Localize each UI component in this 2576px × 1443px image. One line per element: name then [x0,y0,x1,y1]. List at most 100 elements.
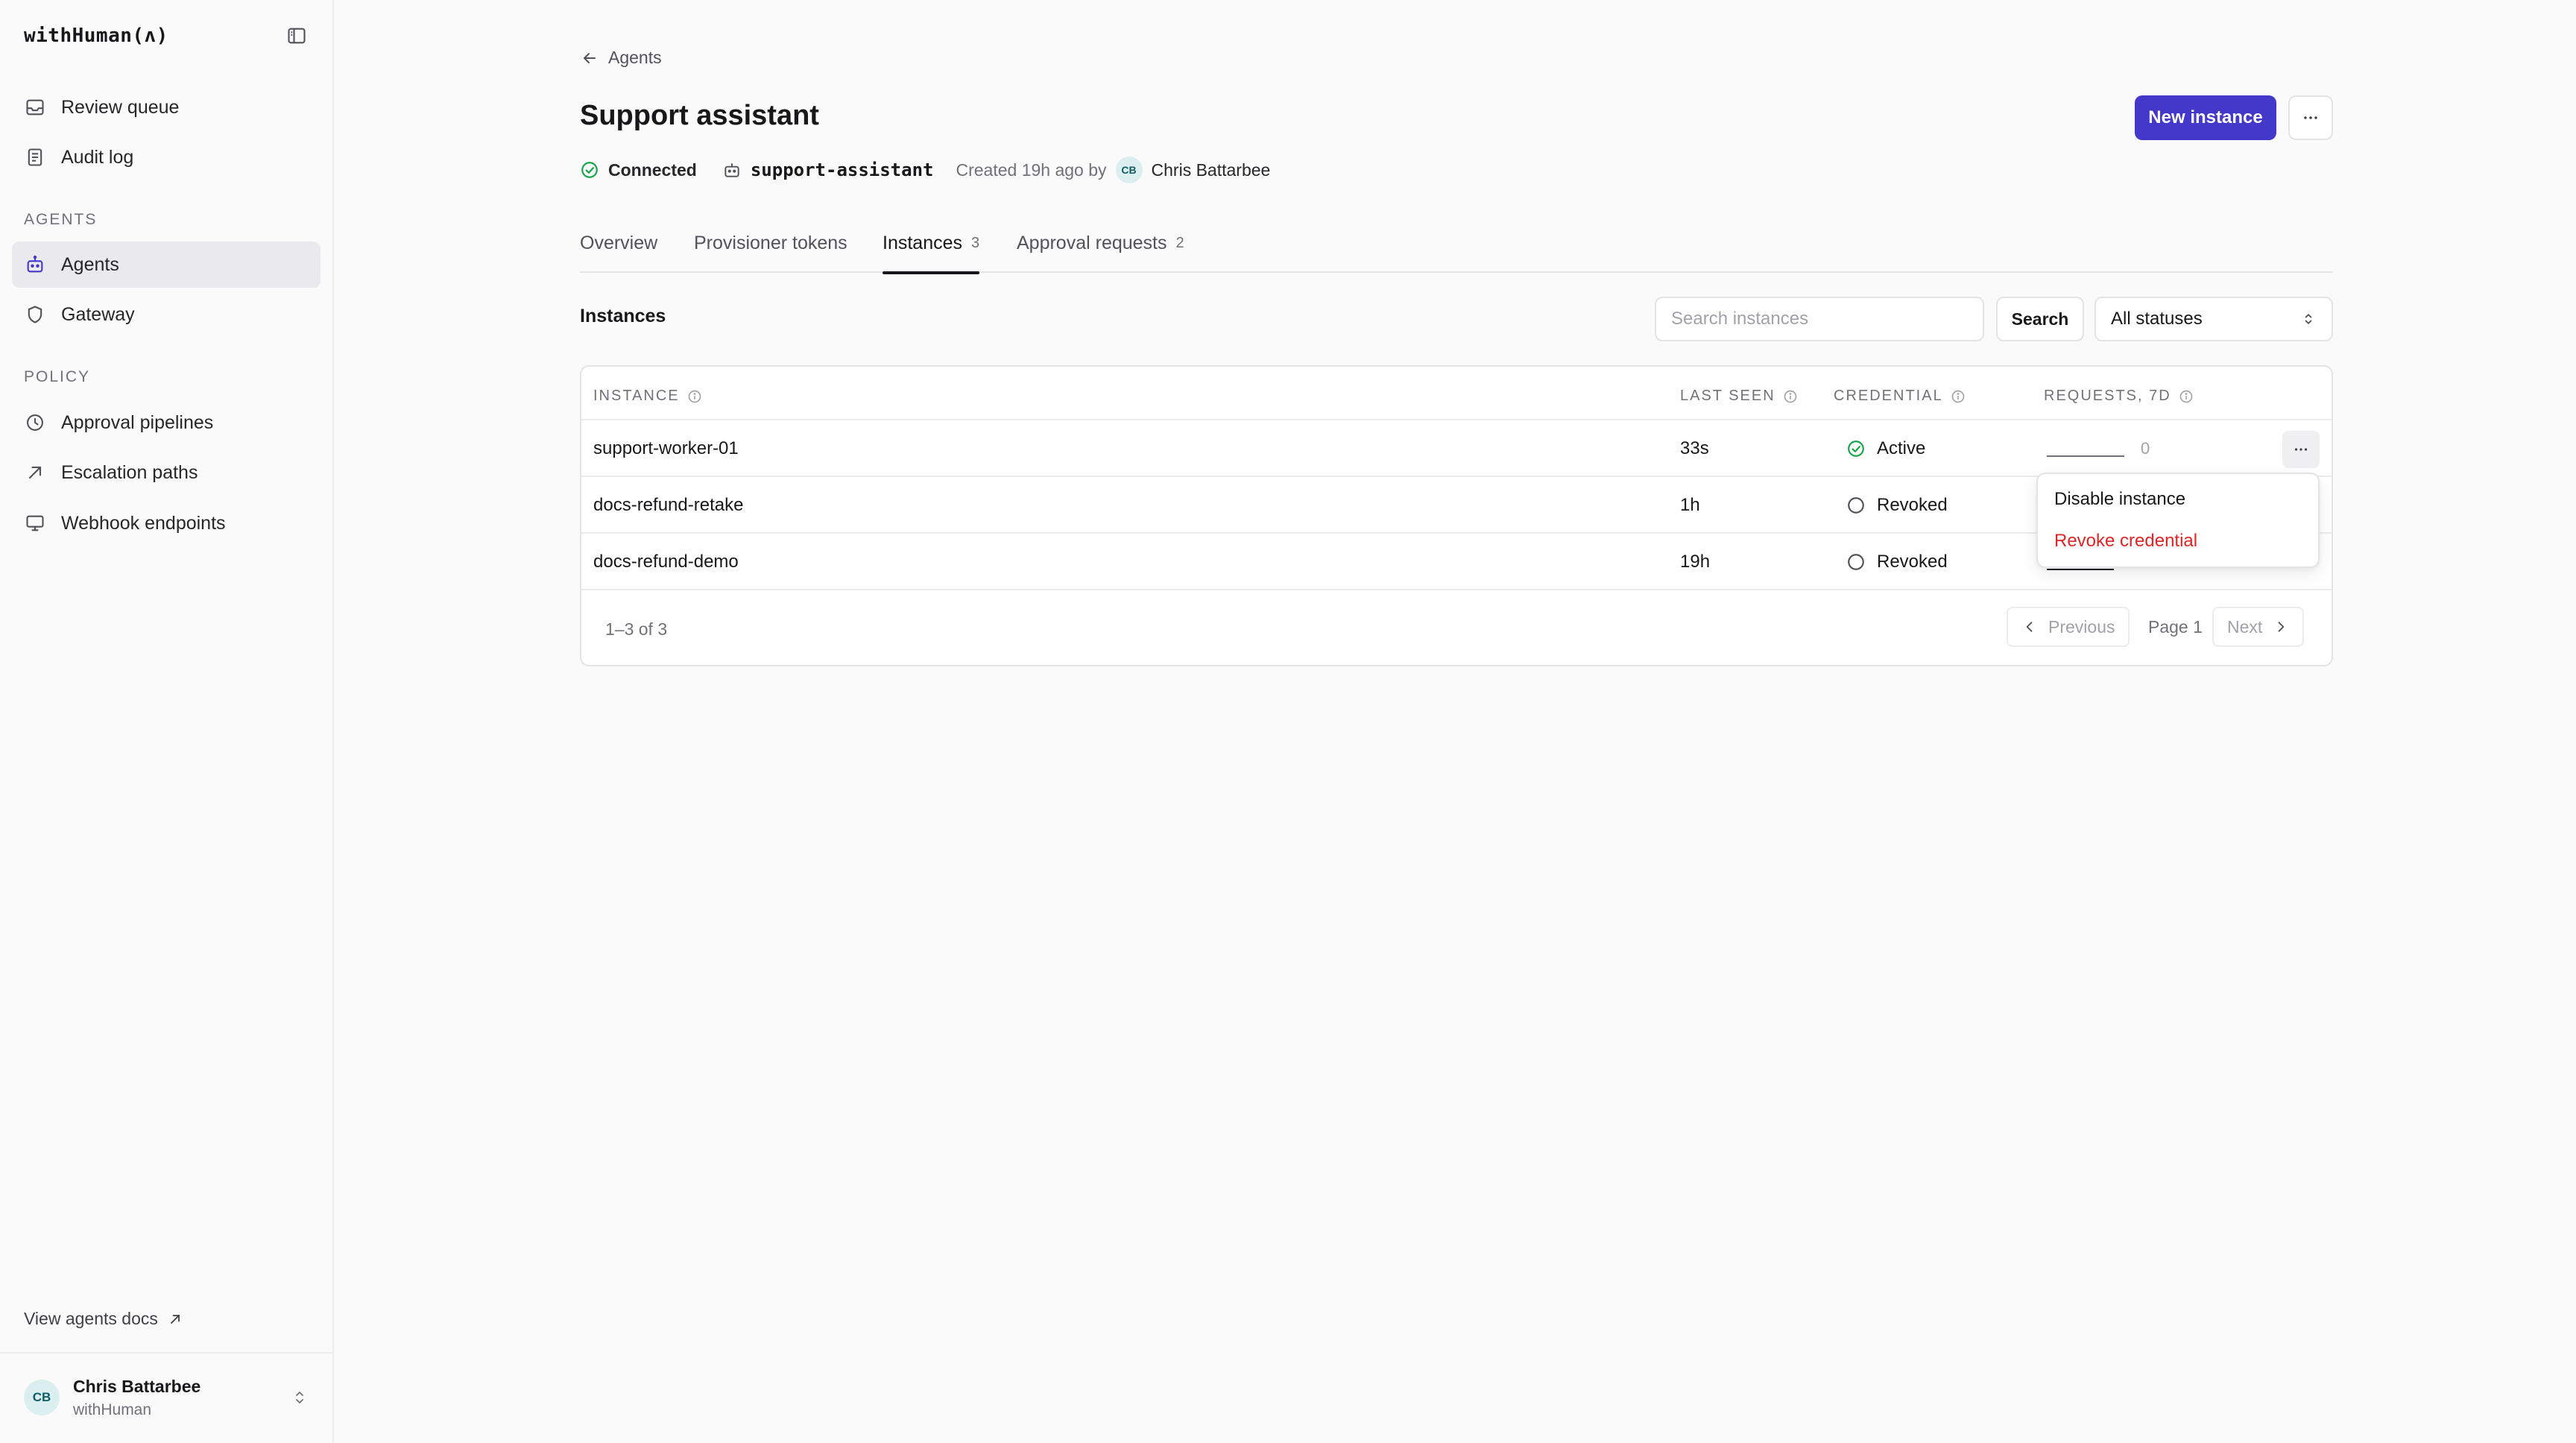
chevron-up-down-icon [2300,311,2317,327]
more-horizontal-icon [2292,441,2310,458]
connection-status: Connected [580,160,697,180]
instance-name[interactable]: docs-refund-demo [593,534,739,590]
created-info: Created 19h ago by [956,160,1107,180]
column-header-instance: INSTANCE [593,388,702,405]
sidebar-item-approval-pipelines[interactable]: Approval pipelines [12,400,321,446]
tab-instances[interactable]: Instances 3 [883,233,980,274]
back-link-label: Agents [608,48,662,67]
agent-slug-text: support-assistant [750,160,934,180]
sidebar-item-label: Agents [61,253,119,275]
tab-label: Approval requests [1017,233,1167,253]
tab-count: 3 [971,235,980,251]
sidebar-item-escalation-paths[interactable]: Escalation paths [12,449,321,496]
sidebar-item-review-queue[interactable]: Review queue [12,84,321,130]
empty-circle-icon [1846,495,1866,516]
bot-icon [722,160,742,180]
sidebar-item-webhook-endpoints[interactable]: Webhook endpoints [12,500,321,546]
search-button[interactable]: Search [1996,297,2084,341]
next-page-button[interactable]: Next [2212,607,2305,647]
row-more-button[interactable] [2282,431,2320,468]
previous-label: Previous [2048,616,2115,637]
chevron-right-icon [2273,619,2289,635]
back-link[interactable]: Agents [580,48,662,68]
sidebar-toggle-icon[interactable] [283,22,310,49]
info-icon[interactable] [1951,389,1966,404]
page-title: Support assistant [580,100,819,131]
info-icon[interactable] [687,389,702,404]
sidebar: withHuman(ʌ) Review queue Audit log AGEN… [0,0,334,1443]
credential-label: Revoked [1877,495,1948,515]
table-footer: 1–3 of 3 Previous Page 1 Next [581,589,2332,665]
menu-item-disable-instance[interactable]: Disable instance [2054,483,2185,516]
shield-icon [24,303,46,326]
inbox-icon [24,96,46,119]
connection-status-label: Connected [608,160,697,180]
info-icon[interactable] [1783,389,1798,404]
requests-sparkline [2047,455,2124,457]
user-menu[interactable]: CB Chris Battarbee withHuman [24,1373,310,1422]
sidebar-item-audit-log[interactable]: Audit log [12,134,321,180]
table-row[interactable]: support-worker-01 33s Active 0 [581,419,2332,476]
brand-row: withHuman(ʌ) [24,22,310,49]
arrow-up-right-icon [24,461,46,484]
agent-meta-row: Connected support-assistant Created 19h … [580,155,1270,185]
clock-icon [24,411,46,434]
sidebar-item-label: Webhook endpoints [61,512,226,534]
instance-name[interactable]: support-worker-01 [593,420,739,477]
page-more-button[interactable] [2288,95,2333,140]
search-input[interactable] [1655,297,1984,341]
brand-logo[interactable]: withHuman(ʌ) [24,25,168,47]
more-horizontal-icon [2301,108,2320,127]
avatar: CB [24,1380,60,1415]
menu-item-revoke-credential[interactable]: Revoke credential [2054,525,2197,558]
last-seen-value: 19h [1680,552,1711,572]
view-docs-link[interactable]: View agents docs [24,1309,183,1329]
info-icon[interactable] [2179,389,2194,404]
tab-provisioner-tokens[interactable]: Provisioner tokens [694,233,847,273]
column-header-requests: REQUESTS, 7D [2044,388,2194,405]
sidebar-item-label: Review queue [61,96,180,118]
new-instance-button[interactable]: New instance [2135,95,2276,140]
tab-bar: Overview Provisioner tokens Instances 3 … [580,233,2333,274]
page-indicator: Page 1 [2148,616,2203,637]
instances-section-title: Instances [580,306,666,326]
check-circle-icon [580,160,599,180]
chevron-left-icon [2021,619,2038,635]
credential-label: Active [1877,438,1926,458]
user-org: withHuman [73,1401,152,1418]
sidebar-item-label: Gateway [61,303,135,325]
user-divider [0,1352,332,1354]
monitor-icon [24,512,46,534]
previous-page-button[interactable]: Previous [2007,607,2130,647]
tab-count: 2 [1175,235,1184,251]
docs-link-label: View agents docs [24,1309,158,1328]
status-filter-value: All statuses [2111,309,2203,329]
agent-slug: support-assistant [722,160,934,180]
column-header-label: REQUESTS, 7D [2044,388,2171,404]
column-header-credential: CREDENTIAL [1834,388,1966,405]
tab-label: Overview [580,233,658,253]
tab-overview[interactable]: Overview [580,233,657,273]
sidebar-item-label: Audit log [61,146,134,168]
author-avatar: CB [1115,157,1143,183]
sidebar-item-label: Escalation paths [61,461,198,483]
last-seen-value: 1h [1680,495,1700,515]
sidebar-item-agents[interactable]: Agents [12,241,321,288]
sidebar-item-gateway[interactable]: Gateway [12,291,321,338]
tab-approval-requests[interactable]: Approval requests 2 [1017,233,1184,273]
status-filter-select[interactable]: All statuses [2094,297,2333,341]
requests-cell: 0 [2047,420,2150,477]
column-header-label: CREDENTIAL [1834,388,1943,404]
nav-section-agents: AGENTS [24,211,98,228]
credential-status: Revoked [1846,477,1948,534]
user-text: Chris Battarbee withHuman [73,1377,201,1419]
column-header-label: INSTANCE [593,388,680,404]
result-range: 1–3 of 3 [605,619,668,639]
external-arrow-icon [167,1311,183,1327]
instance-name[interactable]: docs-refund-retake [593,477,743,534]
requests-count: 0 [2141,439,2150,458]
author-name: Chris Battarbee [1151,160,1271,180]
empty-circle-icon [1846,552,1866,572]
column-header-last-seen: LAST SEEN [1680,388,1798,405]
credential-status: Active [1846,420,1925,477]
